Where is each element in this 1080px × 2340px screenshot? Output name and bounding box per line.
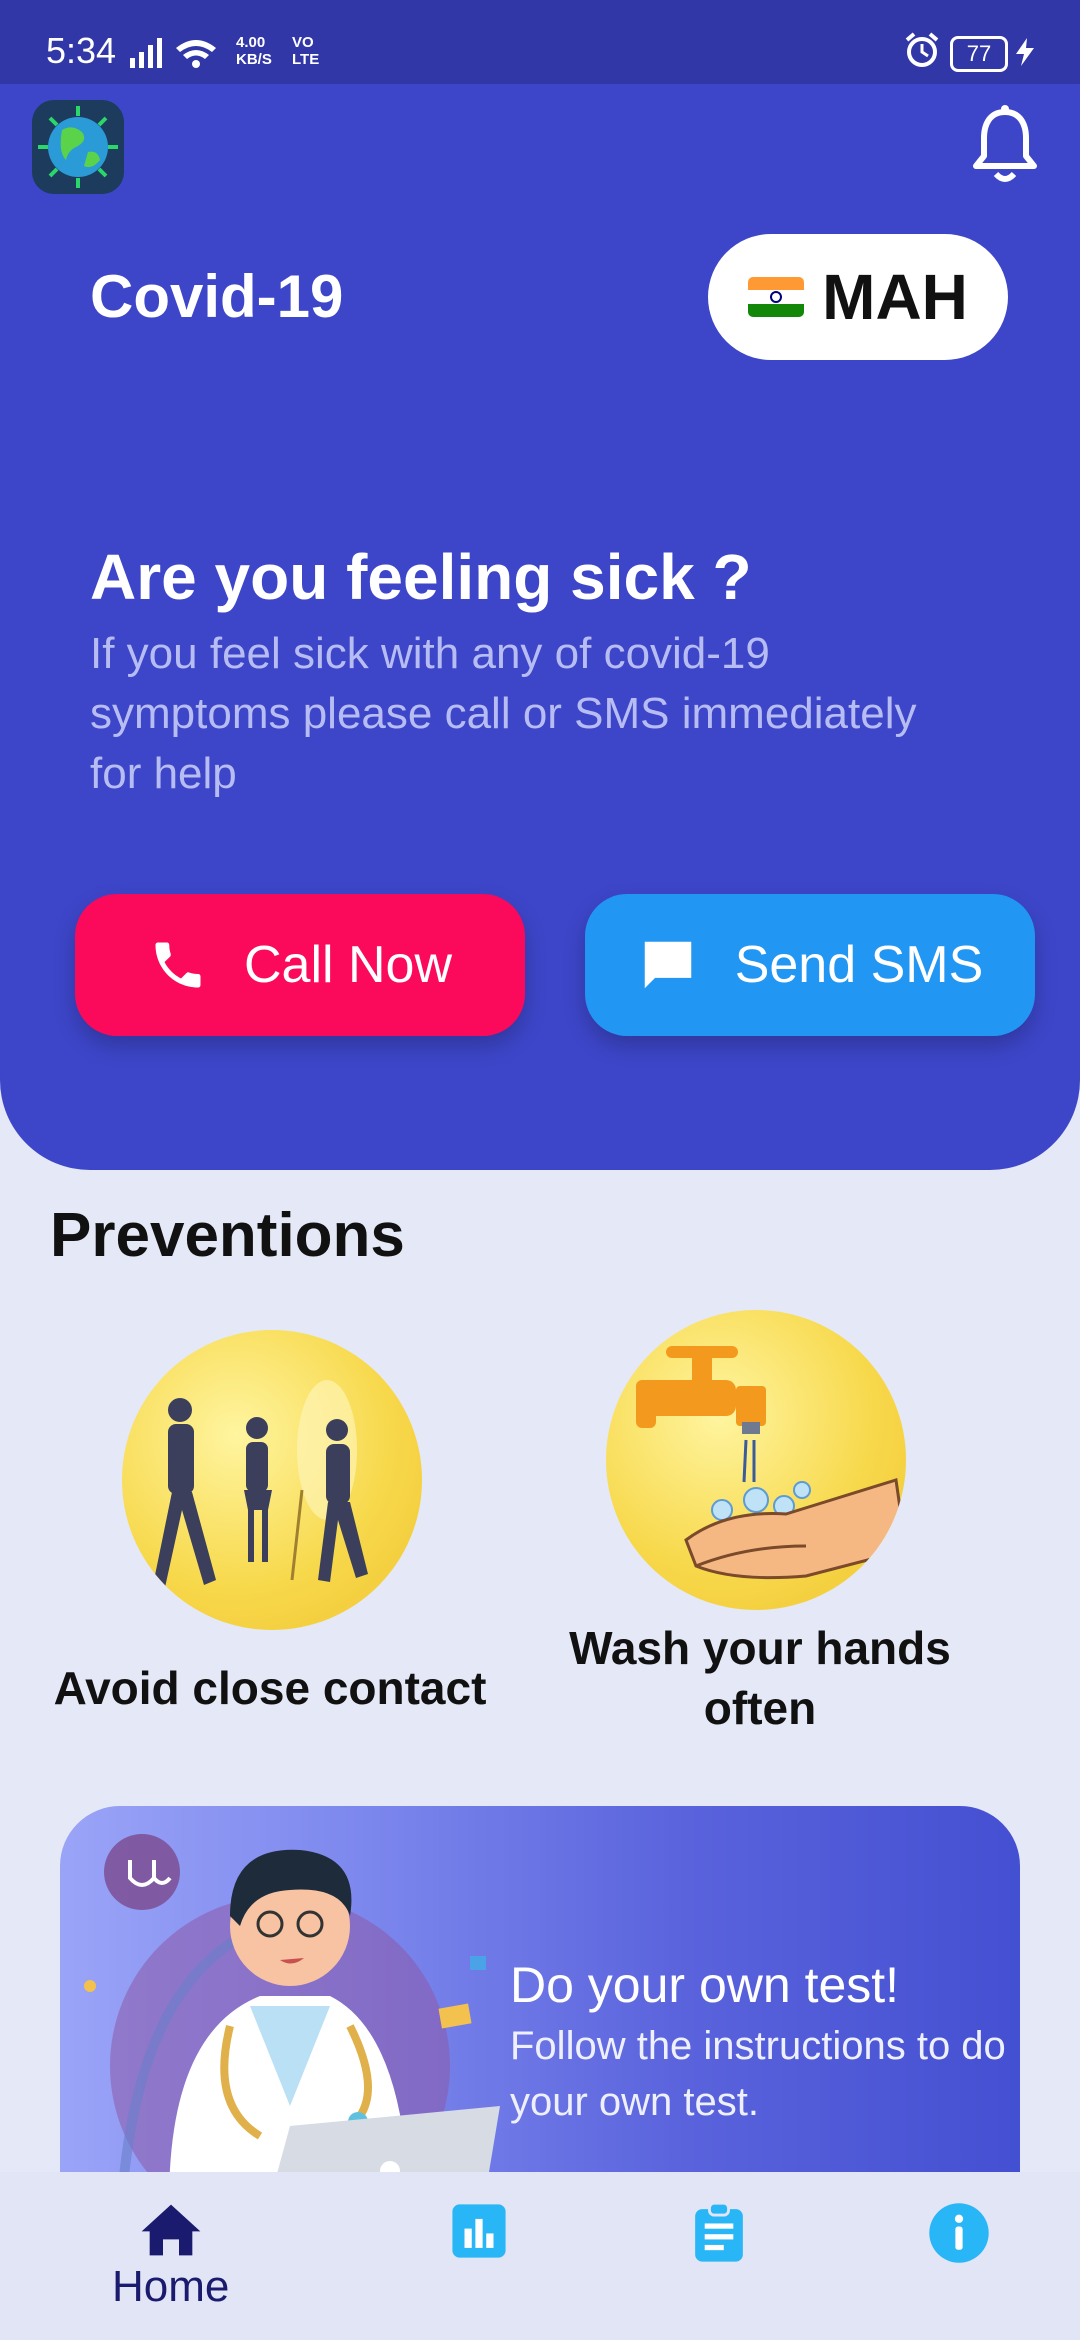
nav-stats[interactable]: [450, 2202, 508, 2260]
home-icon: [141, 2204, 201, 2256]
people-distancing-illustration: [122, 1330, 422, 1630]
signal-wifi-icons: [130, 38, 216, 68]
bottom-navigation: Home: [0, 2172, 1080, 2340]
region-code: MAH: [822, 261, 968, 333]
india-flag-icon: [748, 277, 805, 317]
nav-report[interactable]: [690, 2202, 748, 2264]
info-icon: [929, 2203, 989, 2263]
help-card-description: If you feel sick with any of covid-19 sy…: [90, 629, 917, 798]
send-sms-label: Send SMS: [734, 936, 984, 994]
help-card-title: Are you feeling sick ?: [90, 541, 752, 613]
status-time: 5:34: [46, 30, 117, 71]
preventions-title: Preventions: [50, 1201, 405, 1270]
handwashing-illustration: [606, 1310, 906, 1610]
phone-icon: [155, 942, 201, 988]
clipboard-icon: [695, 2202, 743, 2262]
app-title: Covid-19: [90, 263, 344, 330]
nav-info[interactable]: [928, 2202, 990, 2264]
network-type: VO LTE: [292, 34, 320, 68]
call-now-button[interactable]: Call Now: [75, 894, 525, 1036]
self-test-title: Do your own test!: [510, 1957, 900, 2013]
network-speed: 4.00 KB/S: [236, 34, 272, 68]
nav-home[interactable]: Home: [112, 2202, 229, 2312]
globe-virus-icon: [38, 106, 118, 188]
call-now-label: Call Now: [243, 936, 453, 994]
bar-chart-icon: [452, 2204, 506, 2258]
battery-indicator: 77: [950, 36, 1008, 72]
alarm-icon: [905, 32, 939, 67]
app-logo[interactable]: [32, 100, 124, 194]
message-icon: [644, 941, 691, 989]
prevention-label: Avoid close contact: [53, 1662, 487, 1714]
send-sms-button[interactable]: Send SMS: [585, 894, 1035, 1036]
status-bar: 5:34 4.00 KB/S VO LTE 77: [0, 0, 1080, 84]
region-selector[interactable]: MAH: [708, 234, 1008, 360]
nav-home-label: Home: [112, 2262, 230, 2311]
self-test-description: Follow the instructions to do your own t…: [510, 2024, 1006, 2124]
prevention-label: Wash your hands often: [569, 1622, 951, 1734]
charging-icon: [1016, 38, 1034, 66]
bell-icon[interactable]: [970, 104, 1040, 184]
